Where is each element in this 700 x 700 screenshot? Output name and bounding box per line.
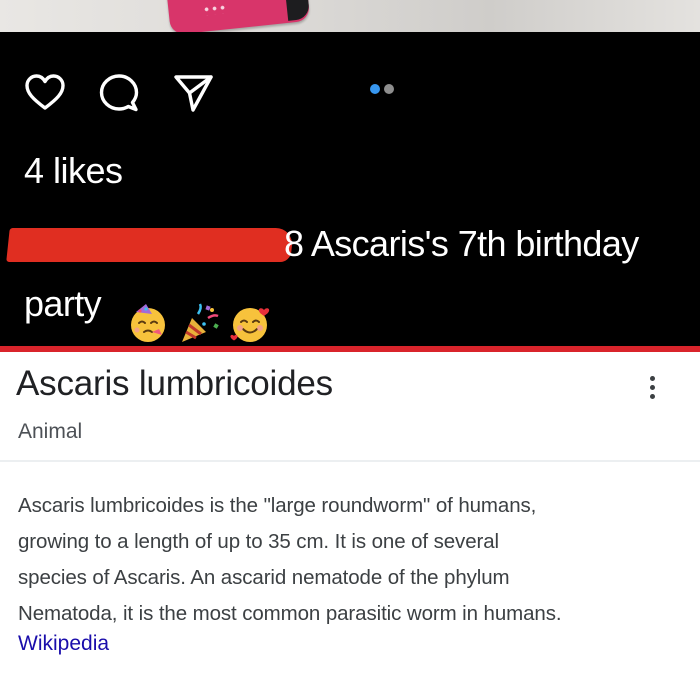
post-caption: 8 Ascaris's 7th birthday [6,220,688,270]
paper-plane-icon[interactable] [172,72,214,114]
heart-icon[interactable] [24,72,66,114]
description-line: Ascaris lumbricoides is the "large round… [18,494,537,517]
knowledge-panel-description: Ascaris lumbricoides is the "large round… [18,488,688,632]
post-action-bar [24,72,224,114]
knowledge-panel-divider [0,460,700,462]
carousel-indicator [370,84,404,94]
description-line: growing to a length of up to 35 cm. It i… [18,530,499,553]
caption-text: 8 Ascaris's 7th birthday [284,223,639,264]
instagram-post: 4 likes 8 Ascaris's 7th birthday party [0,32,700,346]
partying-face-emoji [126,302,170,346]
username-redaction [6,228,294,262]
phone-case-band [284,0,311,21]
carousel-dot [384,84,394,94]
comment-icon[interactable] [98,72,140,114]
knowledge-panel: Ascaris lumbricoides Animal Ascaris lumb… [0,352,700,700]
smiling-face-with-hearts-emoji [228,302,272,346]
carousel-dot-active [370,84,380,94]
pink-phone-case-image [165,0,311,32]
description-line: Nematoda, it is the most common parasiti… [18,602,562,625]
caption-continuation: party [24,283,102,324]
caption-emojis [126,302,276,350]
wikipedia-source-link[interactable]: Wikipedia [18,628,109,660]
knowledge-panel-subtitle: Animal [18,420,83,443]
more-vert-icon[interactable] [640,372,664,404]
knowledge-panel-title: Ascaris lumbricoides [16,364,333,403]
photo-preview-strip [0,0,700,32]
party-popper-emoji [178,302,222,346]
phone-case-pattern [202,3,228,16]
likes-count[interactable]: 4 likes [24,150,123,192]
description-line: species of Ascaris. An ascarid nematode … [18,566,510,589]
